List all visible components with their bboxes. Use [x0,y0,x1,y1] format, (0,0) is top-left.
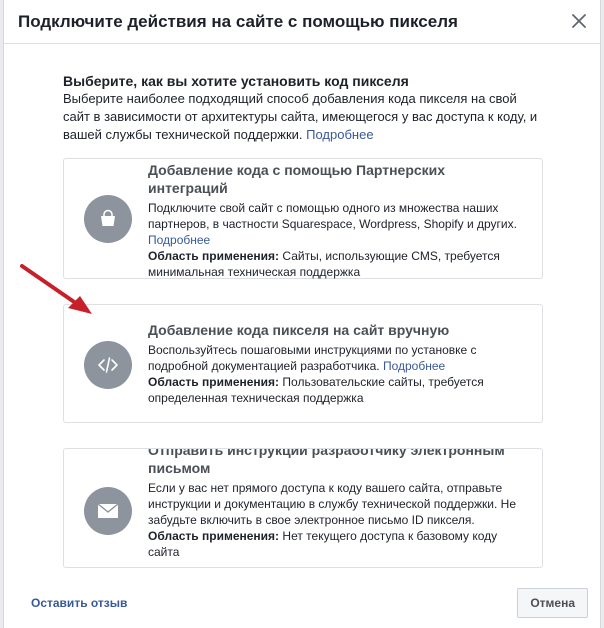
option-body: Отправить инструкции разработчику электр… [148,448,528,560]
option-title: Добавление кода пикселя на сайт вручную [148,322,450,338]
envelope-icon [97,503,119,518]
option-scope: Область применения: Пользовательские сай… [148,374,528,406]
option-more-link[interactable]: Подробнее [148,233,210,247]
option-description: Воспользуйтесь пошаговыми инструкциями п… [148,342,528,374]
close-button[interactable] [566,8,592,34]
option-body: Добавление кода пикселя на сайт вручную … [148,321,528,406]
option-partner-integrations[interactable]: Добавление кода с помощью Партнерских ин… [63,158,543,279]
shopping-bag-icon [101,209,115,226]
option-icon-circle [84,487,132,535]
option-description: Подключите свой сайт с помощью одного из… [148,200,528,248]
code-icon [98,357,118,373]
dialog-header: Подключите действия на сайте с помощью п… [4,0,600,44]
option-scope-label: Область применения: [148,529,280,543]
option-email-developer[interactable]: Отправить инструкции разработчику электр… [63,448,543,568]
option-title: Добавление кода с помощью Партнерских ин… [148,162,446,196]
dialog-title: Подключите действия на сайте с помощью п… [18,12,458,31]
option-scope: Область применения: Сайты, использующие … [148,248,528,280]
intro-description: Выберите наиболее подходящий способ доба… [63,91,538,142]
cancel-button[interactable]: Отмена [517,588,588,618]
option-icon-circle [84,341,132,389]
option-description-text: Подключите свой сайт с помощью одного из… [148,201,517,231]
option-manual-install[interactable]: Добавление кода пикселя на сайт вручную … [63,304,543,423]
option-title: Отправить инструкции разработчику электр… [148,448,505,476]
intro-heading: Выберите, как вы хотите установить код п… [63,73,409,89]
option-icon-circle [84,195,132,243]
dialog-footer: Оставить отзыв Отмена [4,578,600,628]
intro-more-link[interactable]: Подробнее [306,127,373,142]
option-scope: Область применения: Нет текущего доступа… [148,528,528,560]
pixel-setup-dialog: Подключите действия на сайте с помощью п… [4,0,600,628]
option-scope-label: Область применения: [148,249,280,263]
option-scope-label: Область применения: [148,375,280,389]
intro-section: Выберите, как вы хотите установить код п… [63,72,543,144]
option-body: Добавление кода с помощью Партнерских ин… [148,161,528,280]
option-description: Если у вас нет прямого доступа к коду ва… [148,481,517,527]
intro-text: Выберите наиболее подходящий способ доба… [63,90,543,144]
feedback-link[interactable]: Оставить отзыв [31,596,127,610]
option-more-link[interactable]: Подробнее [383,359,445,373]
close-icon [572,14,586,28]
